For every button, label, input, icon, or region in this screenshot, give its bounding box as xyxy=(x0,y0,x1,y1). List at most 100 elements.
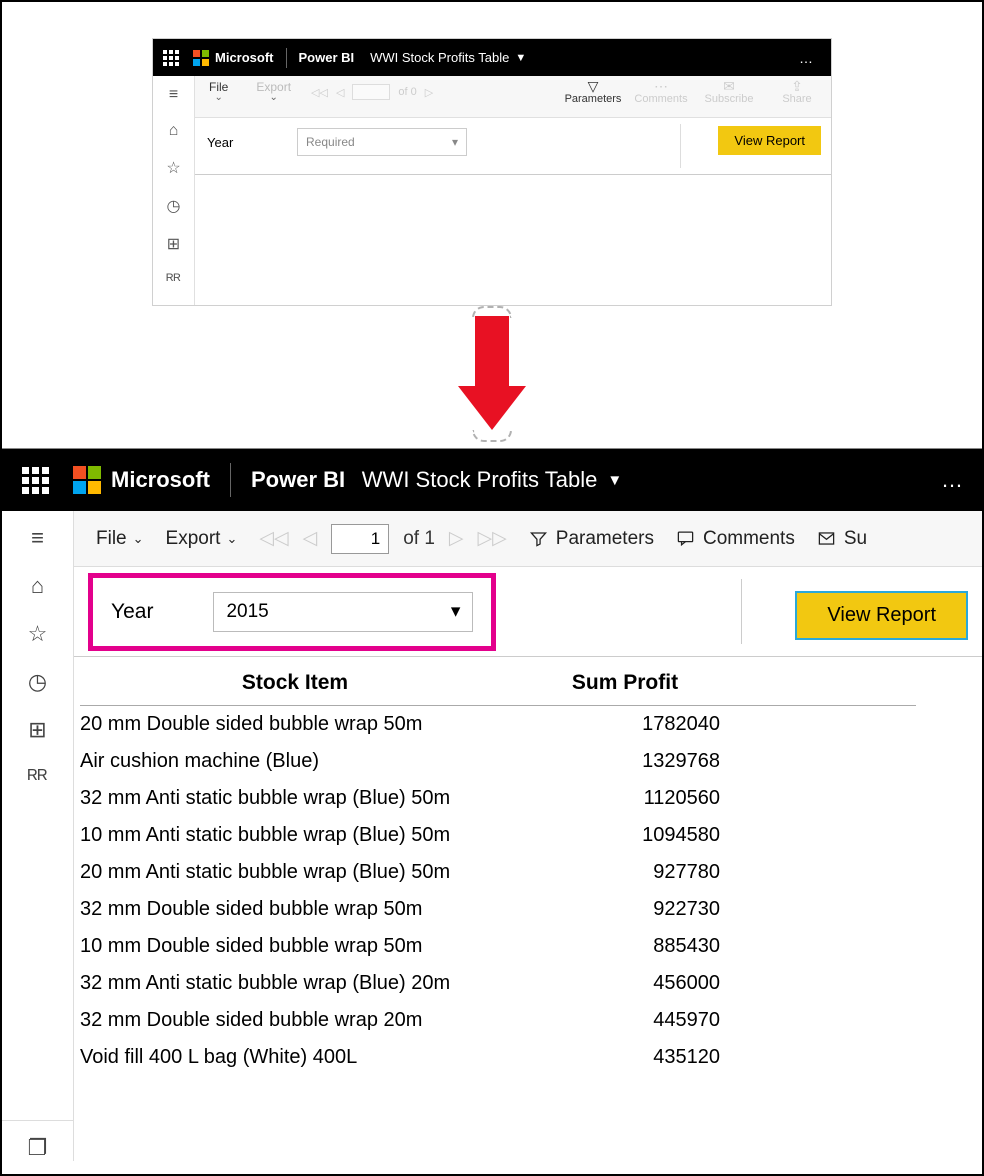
app-launcher-icon[interactable] xyxy=(163,50,179,66)
comments-button[interactable]: ⋯ Comments xyxy=(627,76,695,117)
header-divider xyxy=(286,48,287,68)
table-row: 10 mm Anti static bubble wrap (Blue) 50m… xyxy=(80,817,916,854)
top-app-bar: Microsoft Power BI WWI Stock Profits Tab… xyxy=(153,39,831,76)
report-title-dropdown[interactable]: WWI Stock Profits Table ▼ xyxy=(362,467,622,493)
comment-icon xyxy=(676,529,695,548)
year-dropdown[interactable]: Required ▾ xyxy=(297,128,467,156)
table-row: 32 mm Double sided bubble wrap 50m922730 xyxy=(80,891,916,928)
cell-stock-item: 32 mm Anti static bubble wrap (Blue) 20m xyxy=(80,972,520,995)
filter-icon xyxy=(529,529,548,548)
workspaces-icon[interactable]: ❐ xyxy=(2,1120,73,1161)
report-toolbar: File⌄ Export⌄ ◁◁ ◁ of 0 ▷ ▽ xyxy=(195,76,831,118)
more-icon[interactable]: … xyxy=(941,467,966,493)
page-input[interactable] xyxy=(352,84,390,100)
col-sum-profit: Sum Profit xyxy=(510,671,740,695)
export-menu[interactable]: Export⌄ xyxy=(166,528,238,550)
more-icon[interactable]: … xyxy=(799,50,815,66)
param-divider xyxy=(741,579,742,644)
menu-icon[interactable]: ≡ xyxy=(31,525,44,551)
empty-report-area xyxy=(195,175,831,305)
home-icon[interactable]: ⌂ xyxy=(31,573,44,599)
subscribe-button[interactable]: Su xyxy=(817,528,867,550)
pager: ◁◁ ◁ of 0 ▷ xyxy=(311,84,433,100)
mail-icon xyxy=(817,529,836,548)
people-icon[interactable]: ᴿᴿ xyxy=(166,272,180,290)
cell-sum-profit: 1094580 xyxy=(520,824,720,847)
year-label: Year xyxy=(207,135,297,150)
comment-icon: ⋯ xyxy=(627,79,695,93)
header-divider xyxy=(230,463,231,497)
subscribe-button[interactable]: ✉ Subscribe xyxy=(695,76,763,117)
next-page-icon: ▷ xyxy=(449,527,464,550)
before-panel: Microsoft Power BI WWI Stock Profits Tab… xyxy=(152,38,832,306)
table-row: 32 mm Anti static bubble wrap (Blue) 50m… xyxy=(80,780,916,817)
view-report-button[interactable]: View Report xyxy=(795,591,968,640)
top-app-bar: Microsoft Power BI WWI Stock Profits Tab… xyxy=(2,449,982,511)
microsoft-logo-icon xyxy=(193,50,209,66)
chevron-down-icon: ⌄ xyxy=(133,531,144,547)
share-button[interactable]: ⇪ Share xyxy=(763,76,831,117)
cell-stock-item: 10 mm Anti static bubble wrap (Blue) 50m xyxy=(80,824,520,847)
cell-sum-profit: 1120560 xyxy=(520,787,720,810)
file-menu[interactable]: File⌄ xyxy=(195,76,242,103)
param-divider xyxy=(680,124,681,168)
menu-icon[interactable]: ≡ xyxy=(169,86,178,104)
page-of-label: of 0 xyxy=(398,86,416,98)
cell-stock-item: Air cushion machine (Blue) xyxy=(80,750,520,773)
brand-product: Power BI xyxy=(299,50,355,65)
table-row: 32 mm Double sided bubble wrap 20m445970 xyxy=(80,1002,916,1039)
prev-page-icon: ◁ xyxy=(303,527,318,550)
view-report-button[interactable]: View Report xyxy=(718,126,821,155)
cell-sum-profit: 927780 xyxy=(520,861,720,884)
page-input[interactable] xyxy=(331,524,389,554)
chevron-down-icon: ▼ xyxy=(607,472,622,489)
table-row: Void fill 400 L bag (White) 400L435120 xyxy=(80,1039,916,1076)
cell-sum-profit: 445970 xyxy=(520,1009,720,1032)
cell-sum-profit: 1329768 xyxy=(520,750,720,773)
year-value: 2015 xyxy=(226,601,268,623)
col-stock-item: Stock Item xyxy=(80,671,510,695)
report-title[interactable]: WWI Stock Profits Table xyxy=(370,50,509,65)
share-icon: ⇪ xyxy=(763,79,831,93)
chevron-down-icon: ▾ xyxy=(452,135,458,149)
brand-company: Microsoft xyxy=(111,467,210,493)
cell-stock-item: 32 mm Double sided bubble wrap 20m xyxy=(80,1009,520,1032)
recent-icon[interactable]: ◷ xyxy=(167,196,181,216)
last-page-icon: ▷▷ xyxy=(478,527,507,550)
first-page-icon: ◁◁ xyxy=(311,86,328,99)
pager: ◁◁ ◁ of 1 ▷ ▷▷ xyxy=(259,524,506,554)
cell-sum-profit: 456000 xyxy=(520,972,720,995)
after-panel: Microsoft Power BI WWI Stock Profits Tab… xyxy=(2,448,982,1161)
apps-icon[interactable]: ⊞ xyxy=(167,234,180,254)
table-row: 20 mm Anti static bubble wrap (Blue) 50m… xyxy=(80,854,916,891)
export-menu[interactable]: Export⌄ xyxy=(242,76,305,103)
table-row: 32 mm Anti static bubble wrap (Blue) 20m… xyxy=(80,965,916,1002)
home-icon[interactable]: ⌂ xyxy=(169,122,179,140)
cell-stock-item: Void fill 400 L bag (White) 400L xyxy=(80,1046,520,1069)
recent-icon[interactable]: ◷ xyxy=(28,669,47,695)
page-of-label: of 1 xyxy=(403,528,435,550)
prev-page-icon: ◁ xyxy=(336,86,344,99)
app-launcher-icon[interactable] xyxy=(22,467,49,494)
parameters-button[interactable]: Parameters xyxy=(529,528,654,550)
people-icon[interactable]: ᴿᴿ xyxy=(28,765,48,791)
star-icon[interactable]: ☆ xyxy=(166,158,180,178)
nav-rail: ≡ ⌂ ☆ ◷ ⊞ ᴿᴿ xyxy=(153,76,195,305)
microsoft-logo-icon xyxy=(73,466,101,494)
year-dropdown[interactable]: 2015 ▾ xyxy=(213,592,473,632)
filter-icon: ▽ xyxy=(559,79,627,93)
results-table: Stock Item Sum Profit 20 mm Double sided… xyxy=(80,663,916,1076)
transition-arrow xyxy=(2,306,982,442)
table-row: Air cushion machine (Blue)1329768 xyxy=(80,743,916,780)
parameter-row: Year 2015 ▾ View Report xyxy=(74,567,982,657)
brand-company: Microsoft xyxy=(215,50,274,65)
file-menu[interactable]: File⌄ xyxy=(96,528,144,550)
apps-icon[interactable]: ⊞ xyxy=(28,717,46,743)
chevron-down-icon: ⌄ xyxy=(226,531,237,547)
parameters-button[interactable]: ▽ Parameters xyxy=(559,76,627,117)
chevron-down-icon[interactable]: ▼ xyxy=(515,52,526,64)
star-icon[interactable]: ☆ xyxy=(28,621,48,647)
chevron-down-icon: ▾ xyxy=(451,600,461,623)
report-toolbar: File⌄ Export⌄ ◁◁ ◁ of 1 ▷ ▷▷ xyxy=(74,511,982,567)
comments-button[interactable]: Comments xyxy=(676,528,795,550)
